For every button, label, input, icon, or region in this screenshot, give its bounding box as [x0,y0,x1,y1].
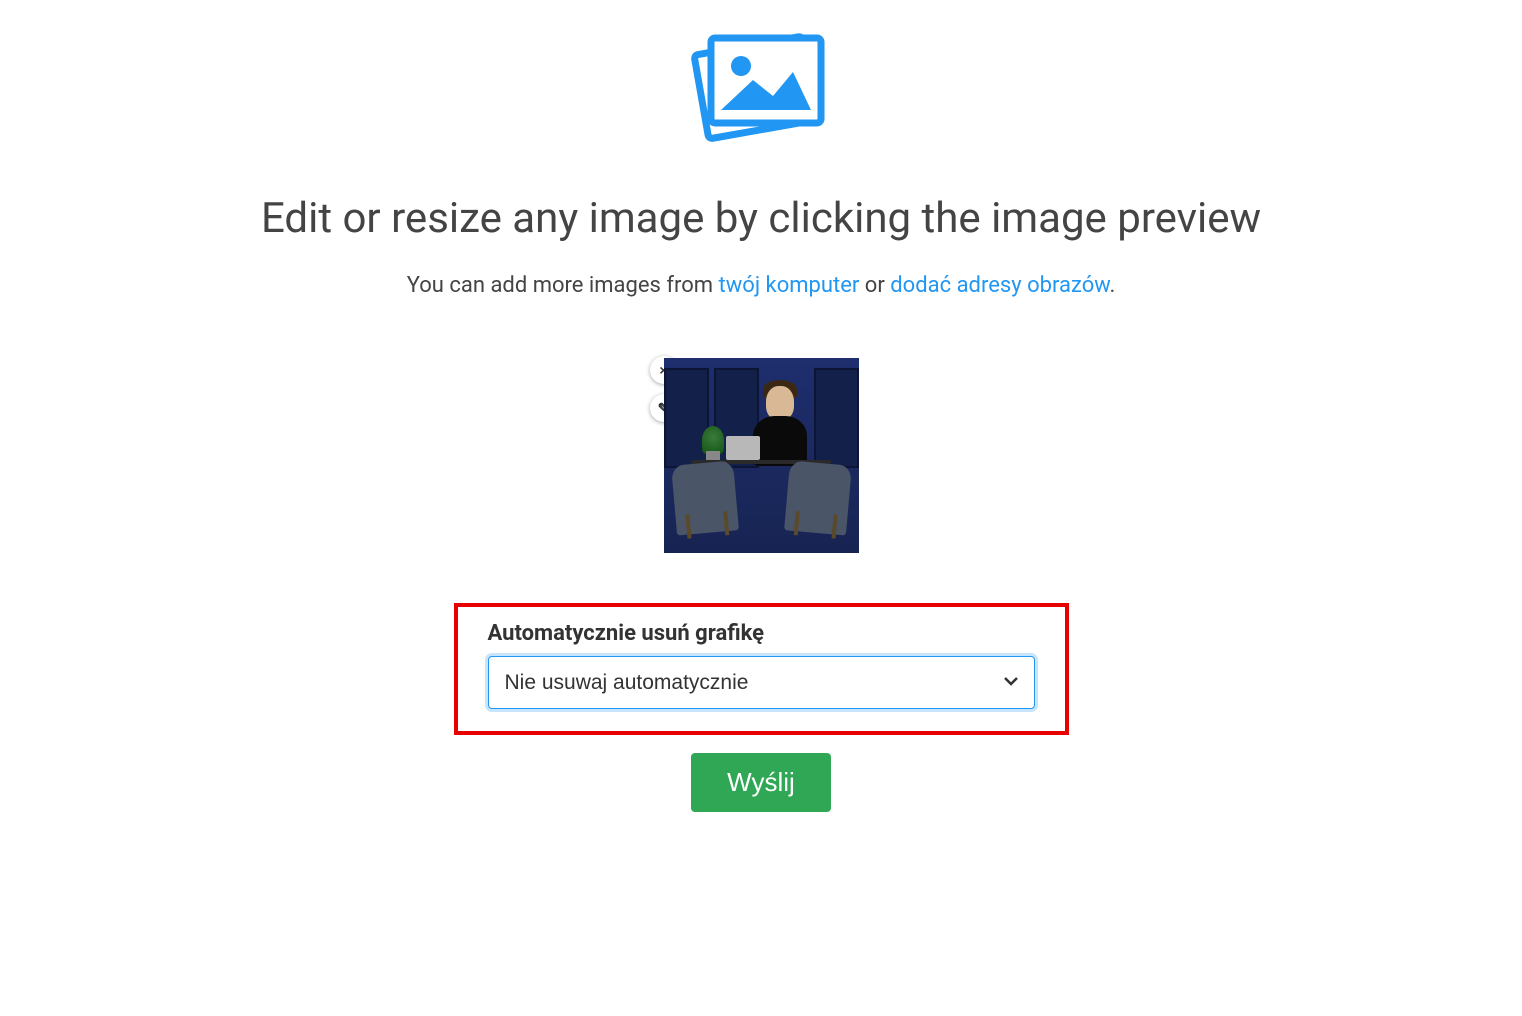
submit-button[interactable]: Wyślij [691,753,831,812]
image-thumbnail-container: × ✎ [664,358,859,553]
subtitle-prefix: You can add more images from [407,273,719,298]
link-add-image-urls[interactable]: dodać adresy obrazów [890,273,1109,298]
auto-delete-section: Automatycznie usuń grafikę Nie usuwaj au… [454,603,1069,735]
page-title: Edit or resize any image by clicking the… [261,194,1261,243]
subtitle-suffix: . [1109,273,1115,298]
auto-delete-select[interactable]: Nie usuwaj automatycznie [488,656,1035,709]
subtitle: You can add more images from twój komput… [407,273,1116,298]
thumbnail-scene [664,358,859,553]
link-your-computer[interactable]: twój komputer [719,273,860,298]
auto-delete-label: Automatycznie usuń grafikę [488,621,1035,646]
image-thumbnail[interactable] [664,358,859,553]
subtitle-mid: or [859,273,890,298]
auto-delete-select-wrapper: Nie usuwaj automatycznie [488,656,1035,709]
photos-icon [681,20,841,164]
